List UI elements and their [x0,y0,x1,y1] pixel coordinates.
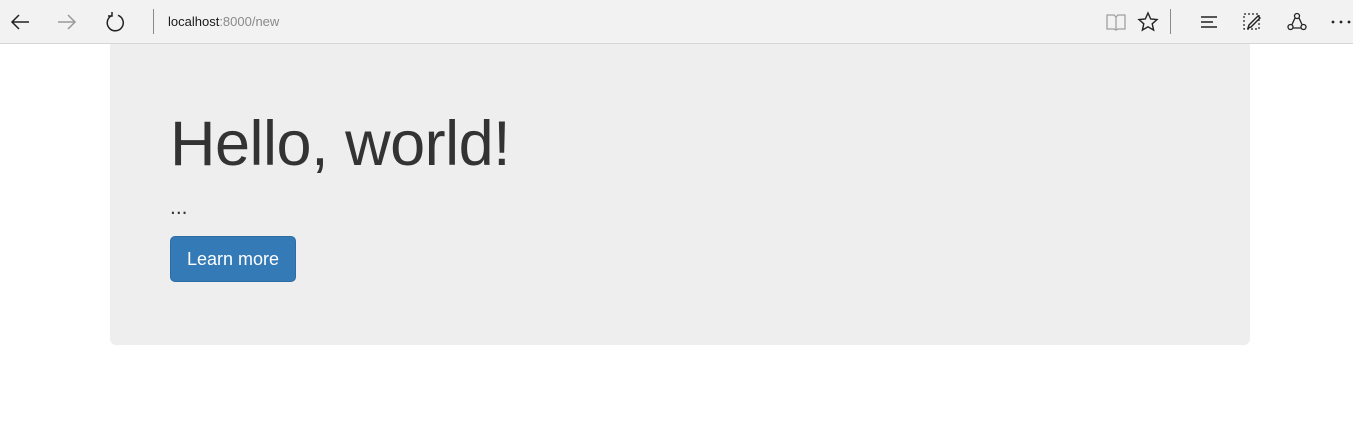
more-icon[interactable] [1325,6,1353,38]
address-bar[interactable]: localhost:8000/new [168,13,279,30]
share-icon[interactable] [1281,6,1313,38]
refresh-icon[interactable] [99,6,131,38]
address-port-path: :8000/new [219,14,280,29]
learn-more-button[interactable]: Learn more [170,236,296,282]
lead-text: ... [170,196,188,219]
favorite-star-icon[interactable] [1132,6,1164,38]
toolbar-separator [153,9,154,34]
toolbar-separator-2 [1170,9,1171,34]
hub-icon[interactable] [1193,6,1225,38]
back-icon[interactable] [4,6,36,38]
browser-toolbar: localhost:8000/new [0,0,1353,44]
page-heading: Hello, world! [170,109,511,179]
web-note-icon[interactable] [1236,6,1268,38]
jumbotron: Hello, world! ... Learn more [110,44,1250,345]
address-host: localhost [168,14,220,29]
reading-view-icon[interactable] [1100,6,1132,38]
forward-icon[interactable] [51,6,83,38]
